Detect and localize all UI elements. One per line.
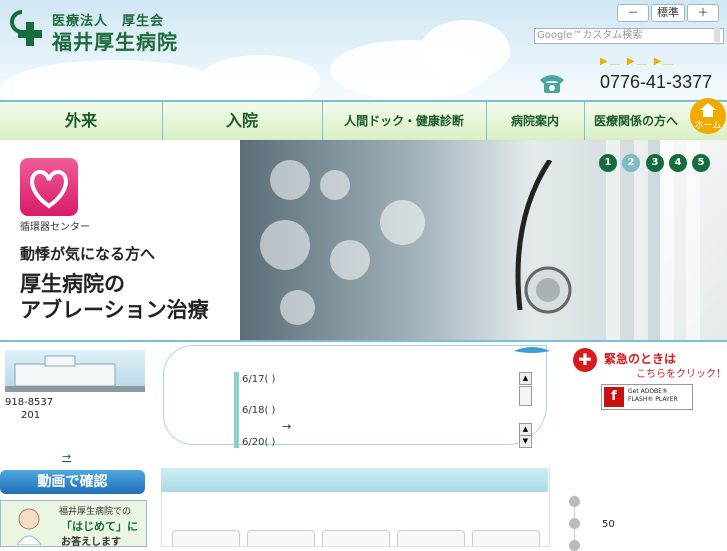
nurse-icon [16,508,42,545]
slide-dot-2[interactable]: 2 [622,154,640,172]
stethoscope [515,160,572,314]
postal-code: 918-8537 [5,397,54,408]
nav-item-hospital-info[interactable]: 病院案内 [486,102,585,140]
panel-tab[interactable] [247,530,315,546]
slide-dot-4[interactable]: 4 [669,154,687,172]
hospital-cross-logo [10,10,42,46]
cloud-decoration [0,60,230,100]
news-date-1[interactable]: 6/17( ) [242,374,275,385]
cloud-decoration [420,20,510,80]
cloud-decoration [200,55,320,100]
timeline-dot [569,496,580,507]
first-visit-banner[interactable]: 福井厚生病院での 「はじめて」に お答えします [0,500,147,548]
panel-tab[interactable] [472,530,540,546]
airplane-icon [514,347,550,353]
search-input[interactable]: Google™カスタム検索 [534,28,724,44]
banner-line-1: 福井厚生病院での [59,507,132,517]
nav-item-inpatient[interactable]: 入院 [162,102,323,140]
timeline-dot [569,540,580,551]
divider [0,340,727,342]
news-date-3[interactable]: 6/20( ) [242,437,275,448]
flash-player-badge[interactable]: f Get ADOBE® FLASH® PLAYER [601,384,693,410]
news-panel [163,345,547,445]
timeline-dot [569,518,580,529]
logo-title[interactable]: 福井厚生病院 [52,26,178,55]
news-more-arrow[interactable]: → [282,420,291,433]
content-panel-header [161,468,548,492]
main-nav: 外来 入院 人間ドック・健康診断 病院案内 医療関係の方へ [0,100,727,142]
hero-caption: 循環器センター [20,222,90,233]
slide-dot-3[interactable]: 3 [646,154,664,172]
flash-line-2: FLASH® PLAYER [628,396,678,403]
emergency-link[interactable]: こちらをクリック！ [636,365,726,380]
phone-number: 0776-41-3377 [600,72,713,92]
flash-line-1: Get ADOBE® [628,388,668,395]
emergency-icon[interactable]: ✚ [573,348,597,372]
banner-line-2: 「はじめて」に [61,520,138,533]
map-link[interactable]: → [62,450,71,463]
count-value: 50 [602,519,615,530]
nav-item-checkup[interactable]: 人間ドック・健康診断 [322,102,487,140]
address: 918-8537 201 [5,396,53,422]
news-scroll-up[interactable]: ▲ [519,372,532,385]
font-size-increase-button[interactable]: ＋ [687,4,719,22]
font-size-decrease-button[interactable]: － [617,4,649,22]
search-scrollbar [714,28,720,42]
slide-dot-5[interactable]: 5 [692,154,710,172]
font-size-normal-button[interactable]: 標準 [651,4,685,22]
panel-tab[interactable] [172,530,240,546]
address-line: 201 [21,410,41,421]
hero-line-3: アブレーション治療 [20,297,209,322]
news-scroll-thumb[interactable] [519,386,532,406]
news-date-2[interactable]: 6/18( ) [242,405,275,416]
hero-line-1: 動悸が気になる方へ [20,245,156,263]
news-accent-bar [234,372,239,448]
home-icon [700,103,716,117]
nav-item-outpatient[interactable]: 外来 [0,102,163,140]
heart-icon [20,158,78,216]
banner-line-3: お答えします [61,537,121,548]
home-label: ホーム [694,121,722,131]
slide-dot-1[interactable]: 1 [599,154,617,172]
video-button[interactable]: 動画で確認 [0,470,145,494]
nav-item-medical-staff[interactable]: 医療関係の方へ [584,102,688,140]
sub-links[interactable]: ▶＿ ▶＿ ▶＿ [600,52,675,67]
panel-tab[interactable] [322,530,390,546]
news-scroll-down[interactable]: ▼ [519,435,532,448]
hospital-building-image[interactable] [5,350,145,392]
home-button[interactable]: ホーム [690,98,726,134]
telephone-icon [540,75,564,93]
panel-tab[interactable] [397,530,465,546]
flash-icon: f [604,387,624,407]
